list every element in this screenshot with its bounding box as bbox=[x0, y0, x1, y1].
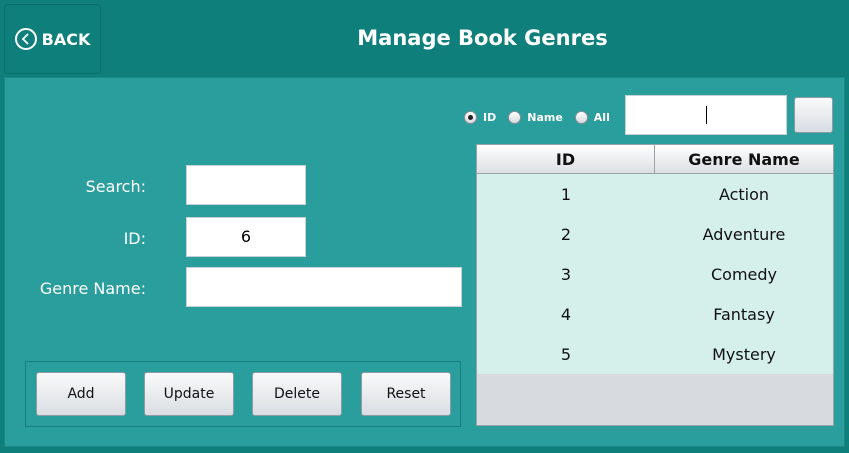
add-button[interactable]: Add bbox=[36, 372, 126, 416]
radio-name-label: Name bbox=[527, 110, 563, 124]
search-label: Search: bbox=[85, 177, 146, 196]
cell-id: 5 bbox=[560, 344, 572, 364]
cell-genre-name: Adventure bbox=[702, 224, 786, 244]
radio-button-selected bbox=[464, 110, 477, 124]
radio-id-label: ID bbox=[483, 110, 497, 124]
genres-table: ID Genre Name 1 Action 2 Adventure 3 Com… bbox=[476, 144, 834, 426]
main-panel: Search: ID: 6 Genre Name: Add Update Del… bbox=[4, 77, 845, 447]
table-row[interactable]: 2 Adventure bbox=[477, 214, 833, 254]
radio-name[interactable]: Name bbox=[508, 110, 563, 124]
table-row[interactable]: 1 Action bbox=[477, 174, 833, 214]
id-field[interactable]: 6 bbox=[186, 217, 306, 257]
cell-id: 1 bbox=[560, 184, 572, 204]
action-buttons-group: Add Update Delete Reset bbox=[25, 361, 461, 427]
cell-genre-name: Comedy bbox=[710, 264, 777, 284]
column-header-id[interactable]: ID bbox=[477, 145, 655, 173]
back-button-label: BACK bbox=[41, 29, 91, 49]
cell-id: 3 bbox=[560, 264, 572, 284]
radio-id[interactable]: ID bbox=[464, 110, 497, 124]
filter-search-button[interactable] bbox=[794, 97, 833, 133]
search-input[interactable] bbox=[186, 165, 306, 205]
page-title: Manage Book Genres bbox=[357, 26, 608, 50]
radio-button bbox=[508, 110, 522, 124]
reset-button[interactable]: Reset bbox=[361, 372, 451, 416]
cell-genre-name: Mystery bbox=[712, 344, 776, 364]
filter-search-input[interactable] bbox=[625, 95, 787, 135]
text-caret bbox=[706, 106, 707, 124]
radio-button bbox=[574, 110, 588, 124]
table-body: 1 Action 2 Adventure 3 Comedy 4 Fantasy … bbox=[477, 174, 833, 374]
cell-genre-name: Fantasy bbox=[713, 304, 775, 324]
genre-name-field[interactable] bbox=[186, 267, 462, 307]
cell-id: 2 bbox=[560, 224, 572, 244]
update-button[interactable]: Update bbox=[144, 372, 234, 416]
table-row[interactable]: 4 Fantasy bbox=[477, 294, 833, 334]
id-label: ID: bbox=[123, 229, 146, 248]
back-arrow-icon bbox=[14, 28, 37, 50]
delete-button[interactable]: Delete bbox=[252, 372, 342, 416]
cell-id: 4 bbox=[560, 304, 572, 324]
table-row[interactable]: 3 Comedy bbox=[477, 254, 833, 294]
genre-name-label: Genre Name: bbox=[39, 279, 146, 298]
header-bar: BACK Manage Book Genres bbox=[0, 0, 849, 76]
radio-all[interactable]: All bbox=[574, 110, 610, 124]
radio-all-label: All bbox=[593, 110, 610, 124]
filter-radio-group: ID Name All bbox=[464, 108, 622, 126]
back-button[interactable]: BACK bbox=[4, 4, 101, 74]
table-row[interactable]: 5 Mystery bbox=[477, 334, 833, 374]
table-header: ID Genre Name bbox=[477, 145, 833, 174]
cell-genre-name: Action bbox=[718, 184, 770, 204]
column-header-genre-name[interactable]: Genre Name bbox=[655, 145, 833, 173]
